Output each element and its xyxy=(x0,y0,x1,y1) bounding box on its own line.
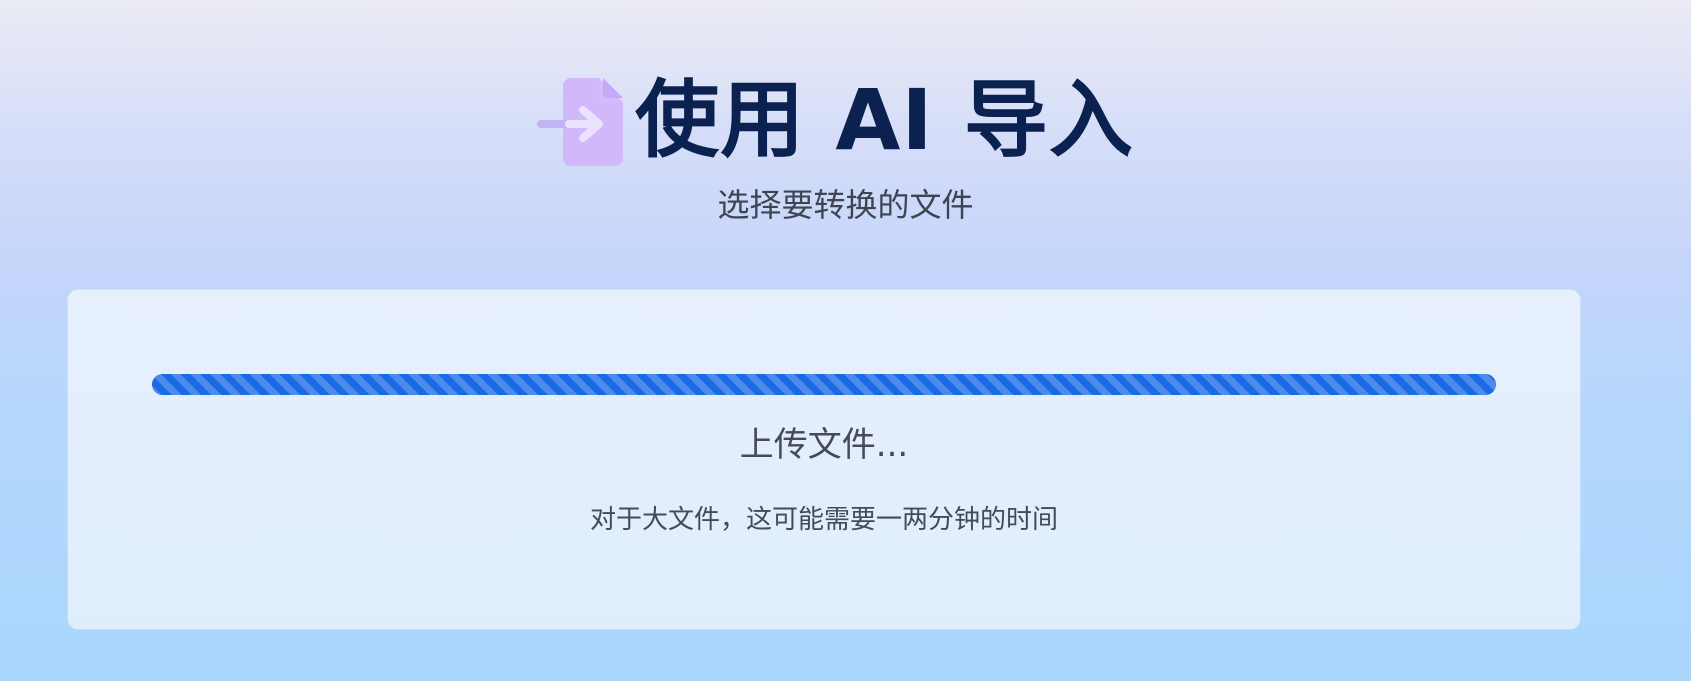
upload-progress-fill xyxy=(152,374,1496,395)
upload-hint-text: 对于大文件，这可能需要一两分钟的时间 xyxy=(589,505,1058,535)
page-header: 使用 AI 导入 选择要转换的文件 xyxy=(0,68,1691,226)
title-row: 使用 AI 导入 xyxy=(537,68,1144,172)
page-subtitle: 选择要转换的文件 xyxy=(717,186,974,224)
upload-card: 上传文件... 对于大文件，这可能需要一两分钟的时间 xyxy=(68,290,1580,629)
file-import-icon xyxy=(533,72,629,168)
page-title: 使用 AI 导入 xyxy=(635,71,1134,169)
upload-status-text: 上传文件... xyxy=(739,425,909,465)
upload-progress-bar xyxy=(152,374,1496,395)
